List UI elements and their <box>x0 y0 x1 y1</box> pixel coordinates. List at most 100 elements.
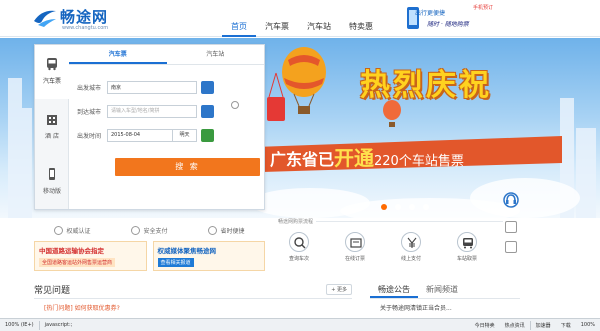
booking-panel: 汽车票 酒 店 移动版 汽车票 汽车站 出发城市 到达城市 <box>34 44 285 210</box>
date-row: 出发时间 明天 <box>77 128 214 142</box>
ribbon-suffix: 220个车站售票 <box>374 154 464 169</box>
ad-title: 中国道路运输协会指定 <box>39 247 104 255</box>
side-tab-bus[interactable]: 汽车票 <box>35 45 70 99</box>
faq-more-button[interactable]: + 更多 <box>326 284 352 295</box>
tab-bus-tickets[interactable]: 汽车票 <box>69 45 167 64</box>
notice-tabs: 畅途公告 新闻频道 <box>370 281 520 299</box>
bus-icon <box>47 58 57 71</box>
date-label: 出发时间 <box>77 132 102 140</box>
ribbon-highlight: 开通 <box>334 146 375 170</box>
carousel-dot[interactable] <box>395 204 401 210</box>
status-item-deals[interactable]: 今日特卖 <box>470 322 500 329</box>
process-step: 线上支付 <box>394 232 428 262</box>
mobile-icon <box>49 168 55 180</box>
departure-row: 出发城市 <box>77 80 214 94</box>
banner-ribbon-text: 广东省已开通220个车站售票 <box>270 142 464 171</box>
site-logo[interactable]: 畅途网 www.changtu.com <box>32 5 122 33</box>
floating-side-buttons <box>505 221 519 261</box>
status-zoom-left: 100% (IE+) <box>5 322 34 328</box>
mobile-promo[interactable]: 手机预订 出行更便捷 随时 · 随地购票 <box>405 2 497 35</box>
status-item-accelerator[interactable]: 加速器 <box>531 322 556 329</box>
yen-icon <box>401 232 421 252</box>
carousel-dot[interactable] <box>381 204 387 210</box>
process-step: 在线订票 <box>338 232 372 262</box>
step-label: 在线订票 <box>344 256 365 262</box>
carousel-dots <box>381 204 429 210</box>
notice-section: 畅途公告 新闻频道 关于畅途网清镇正当合员... <box>370 281 520 315</box>
status-item-news[interactable]: 热点资讯 <box>500 322 530 329</box>
process-step: 车站取票 <box>450 232 484 262</box>
customer-service-icon[interactable] <box>503 192 519 208</box>
tab-announcements[interactable]: 畅途公告 <box>370 281 418 298</box>
faq-section: 常见问题 + 更多 [热门问题] 如何获取优惠券? <box>34 281 352 315</box>
carousel-dot[interactable] <box>409 204 415 210</box>
notice-item[interactable]: 关于畅途网清镇正当合员... <box>370 303 520 312</box>
arrival-city-input[interactable] <box>107 104 197 118</box>
process-steps: 查询车次 在线订票 线上支付 车站取票 <box>282 232 484 262</box>
departure-picker-button[interactable] <box>201 80 214 94</box>
arrival-row: 到达城市 <box>77 104 214 118</box>
departure-label: 出发城市 <box>77 84 102 92</box>
arrival-picker-button[interactable] <box>201 104 214 118</box>
status-url: javascript:; <box>44 322 73 328</box>
skyline-building <box>22 108 32 218</box>
trust-item: 省时便捷 <box>208 225 245 235</box>
trust-badges: 权威认证 安全支付 省时便捷 <box>34 221 265 239</box>
purchase-process: 畅途网购票流程 查询车次 在线订票 线上支付 车站取票 <box>278 218 503 271</box>
nav-special-deals[interactable]: 特卖惠 <box>340 16 382 37</box>
qrcode-icon[interactable] <box>505 221 517 233</box>
step-label: 线上支付 <box>400 256 421 262</box>
departure-city-input[interactable] <box>107 80 197 94</box>
status-zoom[interactable]: 100% <box>576 322 600 328</box>
ad-strip: 中国道路运输协会指定 全国道路客运站外网售票运营商 权威媒体聚焦畅途网 查看相关… <box>34 241 265 271</box>
promo-tag: 手机预订 <box>472 5 493 11</box>
trust-item: 权威认证 <box>54 225 91 235</box>
logo-url: www.changtu.com <box>62 25 109 31</box>
side-tab-hotel[interactable]: 酒 店 <box>35 100 69 154</box>
banner-title: 热烈庆祝 <box>360 68 492 103</box>
tab-bus-stations[interactable]: 汽车站 <box>167 45 265 64</box>
nav-home[interactable]: 首页 <box>222 16 256 37</box>
faq-item[interactable]: [热门问题] 如何获取优惠券? <box>34 303 352 312</box>
nav-bus-stations[interactable]: 汽车站 <box>298 16 340 37</box>
swap-cities-icon[interactable] <box>231 101 239 109</box>
process-step: 查询车次 <box>282 232 316 262</box>
faq-header: 常见问题 + 更多 <box>34 281 352 299</box>
side-tab-mobile[interactable]: 移动版 <box>35 155 69 209</box>
status-right-group: 今日特卖 热点资讯 加速器 下载 100% <box>470 320 600 330</box>
logo-swoosh-icon <box>34 10 56 27</box>
ad-association[interactable]: 中国道路运输协会指定 全国道路客运站外网售票运营商 <box>34 241 147 271</box>
ad-subtitle: 查看相关报道 <box>157 258 194 267</box>
cloud <box>470 178 580 218</box>
status-item-download[interactable]: 下载 <box>556 322 576 329</box>
departure-date-input[interactable] <box>107 128 173 142</box>
faq-title: 常见问题 <box>34 286 71 296</box>
shield-icon <box>54 225 64 235</box>
browser-status-bar: 100% (IE+) javascript:; 今日特卖 热点资讯 加速器 下载… <box>0 318 600 331</box>
nav-bus-tickets[interactable]: 汽车票 <box>256 16 298 37</box>
promo-title: 出行更便捷 <box>415 10 446 17</box>
bus-stop-icon <box>457 232 477 252</box>
more-label: 更多 <box>336 287 347 293</box>
edit-icon[interactable] <box>505 241 517 253</box>
hanging-tag-icon[interactable] <box>265 71 287 123</box>
ad-subtitle: 全国道路客运站外网售票运营商 <box>39 258 116 267</box>
promo-subtitle: 随时 · 随地购票 <box>427 21 469 28</box>
search-button[interactable]: 搜 索 <box>115 158 260 176</box>
ad-media[interactable]: 权威媒体聚焦畅途网 查看相关报道 <box>152 241 265 271</box>
hotel-icon <box>47 115 57 125</box>
ribbon-prefix: 广东省已 <box>270 150 335 169</box>
ticket-icon <box>345 232 365 252</box>
trust-item: 安全支付 <box>131 225 168 235</box>
process-title: 畅途网购票流程 <box>278 218 317 225</box>
main-nav: 首页 汽车票 汽车站 特卖惠 <box>222 16 382 37</box>
weekday-label: 明天 <box>173 128 197 142</box>
lock-icon <box>131 225 141 235</box>
calendar-button[interactable] <box>201 128 214 142</box>
logo-text: 畅途网 <box>60 8 109 26</box>
tab-news[interactable]: 新闻频道 <box>418 281 466 298</box>
side-tab-label: 汽车票 <box>42 78 61 85</box>
carousel-dot[interactable] <box>423 204 429 210</box>
skyline-building <box>576 128 596 218</box>
step-label: 车站取票 <box>456 256 477 262</box>
